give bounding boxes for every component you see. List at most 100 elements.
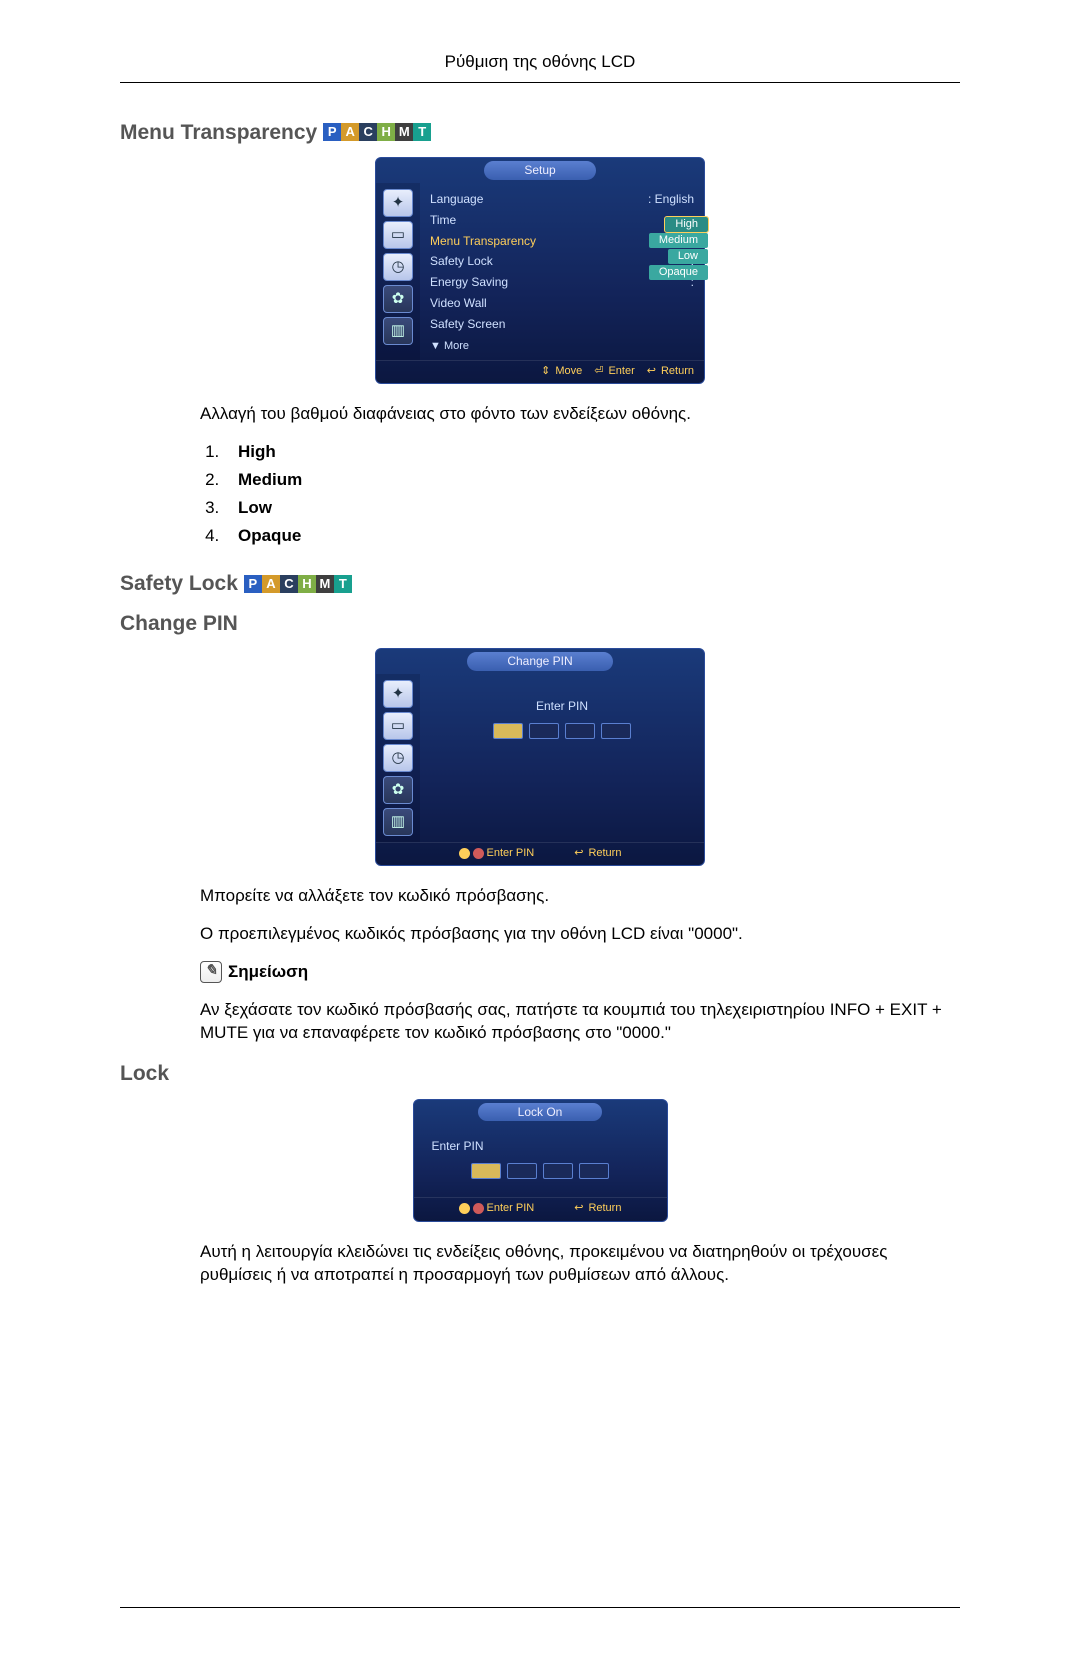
pin-box xyxy=(507,1163,537,1179)
osd-footer-enterpin: Enter PIN xyxy=(459,1201,535,1216)
osd-row-time: Time xyxy=(430,210,694,231)
osd-body: ✦ ▭ ◷ ✿ ▥ Enter PIN xyxy=(376,674,704,842)
badge-m: M xyxy=(395,123,413,141)
badge-p: P xyxy=(244,575,262,593)
osd-icon-clock: ◷ xyxy=(383,253,413,281)
osd-footer: Enter PIN Return xyxy=(414,1197,667,1220)
list-item-label: Low xyxy=(238,498,272,517)
osd-row-k: Menu Transparency xyxy=(430,233,536,250)
osd-icon-multi: ▥ xyxy=(383,317,413,345)
page-header: Ρύθμιση της οθόνης LCD xyxy=(120,50,960,74)
pin-boxes xyxy=(471,1163,609,1179)
osd-option-low: Low xyxy=(668,249,708,264)
osd-row-k: Safety Screen xyxy=(430,316,505,333)
pachmt-badges: P A C H M T xyxy=(323,123,431,141)
subsection-change-pin: Change PIN xyxy=(120,609,960,638)
changepin-p1: Μπορείτε να αλλάξετε τον κωδικό πρόσβαση… xyxy=(200,884,960,908)
pin-box xyxy=(493,723,523,739)
pin-area: Enter PIN xyxy=(414,1124,667,1197)
osd-title-bar: Lock On xyxy=(414,1100,667,1125)
list-item-label: Opaque xyxy=(238,526,301,545)
badge-m: M xyxy=(316,575,334,593)
osd-content: Enter PIN xyxy=(420,674,704,842)
osd-icon-picture: ✦ xyxy=(383,680,413,708)
osd-lock: Lock On Enter PIN Enter PIN Return xyxy=(413,1099,668,1222)
osd-setup-wrap: Setup ✦ ▭ ◷ ✿ ▥ Language: English Time M… xyxy=(120,157,960,384)
osd-lock-wrap: Lock On Enter PIN Enter PIN Return xyxy=(120,1099,960,1222)
osd-footer-return: Return xyxy=(574,1201,621,1216)
osd-row-k: Energy Saving xyxy=(430,274,508,291)
osd-option-opaque: Opaque xyxy=(649,265,708,280)
header-rule xyxy=(120,82,960,83)
osd-footer: Move Enter Return xyxy=(376,360,704,383)
section2-sub2-body: Αυτή η λειτουργία κλειδώνει τις ενδείξει… xyxy=(200,1240,960,1288)
osd-footer-return: Return xyxy=(647,364,694,379)
osd-icon-picture: ✦ xyxy=(383,189,413,217)
badge-c: C xyxy=(280,575,298,593)
osd-icon-column: ✦ ▭ ◷ ✿ ▥ xyxy=(376,674,420,842)
pin-label: Enter PIN xyxy=(536,698,588,715)
osd-icon-input: ▭ xyxy=(383,712,413,740)
pin-box xyxy=(565,723,595,739)
pin-area: Enter PIN xyxy=(430,680,694,761)
osd-title: Setup xyxy=(484,161,595,180)
page: Ρύθμιση της οθόνης LCD Menu Transparency… xyxy=(0,0,1080,1668)
footer-rule xyxy=(120,1607,960,1608)
changepin-p2: Ο προεπιλεγμένος κωδικός πρόσβασης για τ… xyxy=(200,922,960,946)
badge-c: C xyxy=(359,123,377,141)
list-item: High xyxy=(224,440,960,464)
pachmt-badges: P A C H M T xyxy=(244,575,352,593)
badge-a: A xyxy=(341,123,359,141)
section1-desc: Αλλαγή του βαθμού διαφάνειας στο φόντο τ… xyxy=(200,402,960,426)
osd-option-high: High xyxy=(665,217,708,232)
osd-footer: Enter PIN Return xyxy=(376,842,704,865)
badge-t: T xyxy=(334,575,352,593)
section2-sub1-body: Μπορείτε να αλλάξετε τον κωδικό πρόσβαση… xyxy=(200,884,960,1045)
section1-body: Αλλαγή του βαθμού διαφάνειας στο φόντο τ… xyxy=(200,402,960,547)
osd-changepin: Change PIN ✦ ▭ ◷ ✿ ▥ Enter PIN xyxy=(375,648,705,866)
osd-body: ✦ ▭ ◷ ✿ ▥ Language: English Time Menu Tr… xyxy=(376,183,704,360)
osd-footer-return: Return xyxy=(574,846,621,861)
transparency-option-list: High Medium Low Opaque xyxy=(224,440,960,547)
osd-footer-label: Enter PIN xyxy=(487,1201,535,1216)
badge-h: H xyxy=(377,123,395,141)
osd-icon-settings: ✿ xyxy=(383,285,413,313)
osd-row-k: Video Wall xyxy=(430,295,487,312)
pin-label: Enter PIN xyxy=(432,1138,484,1155)
osd-setup: Setup ✦ ▭ ◷ ✿ ▥ Language: English Time M… xyxy=(375,157,705,384)
pin-box xyxy=(543,1163,573,1179)
osd-option-medium: Medium xyxy=(649,233,708,248)
osd-row-k: Language xyxy=(430,191,483,208)
osd-row-safety-screen: Safety Screen xyxy=(430,314,694,335)
badge-p: P xyxy=(323,123,341,141)
osd-row-language: Language: English xyxy=(430,189,694,210)
osd-title: Change PIN xyxy=(467,652,612,671)
osd-more: ▼ More xyxy=(430,335,694,354)
section-title-text: Menu Transparency xyxy=(120,118,317,147)
lock-p1: Αυτή η λειτουργία κλειδώνει τις ενδείξει… xyxy=(200,1240,960,1288)
pin-boxes xyxy=(493,723,631,739)
section-menu-transparency: Menu Transparency P A C H M T xyxy=(120,118,960,147)
subsection-lock: Lock xyxy=(120,1059,960,1088)
pin-box xyxy=(601,723,631,739)
osd-title-bar: Setup xyxy=(376,158,704,183)
note-text: Αν ξεχάσατε τον κωδικό πρόσβασής σας, πα… xyxy=(200,998,960,1046)
osd-icon-multi: ▥ xyxy=(383,808,413,836)
note-row: ✎ Σημείωση xyxy=(200,960,960,984)
badge-a: A xyxy=(262,575,280,593)
osd-icon-settings: ✿ xyxy=(383,776,413,804)
note-icon: ✎ xyxy=(200,961,222,983)
section-safety-lock: Safety Lock P A C H M T xyxy=(120,569,960,598)
osd-row-video-wall: Video Wall xyxy=(430,293,694,314)
osd-title-bar: Change PIN xyxy=(376,649,704,674)
list-item: Medium xyxy=(224,468,960,492)
badge-t: T xyxy=(413,123,431,141)
section-title-text: Safety Lock xyxy=(120,569,238,598)
osd-footer-move: Move xyxy=(541,364,582,379)
pin-box xyxy=(579,1163,609,1179)
osd-footer-enterpin: Enter PIN xyxy=(459,846,535,861)
osd-title: Lock On xyxy=(478,1103,603,1122)
list-item: Opaque xyxy=(224,524,960,548)
list-item: Low xyxy=(224,496,960,520)
osd-row-k: Time xyxy=(430,212,456,229)
